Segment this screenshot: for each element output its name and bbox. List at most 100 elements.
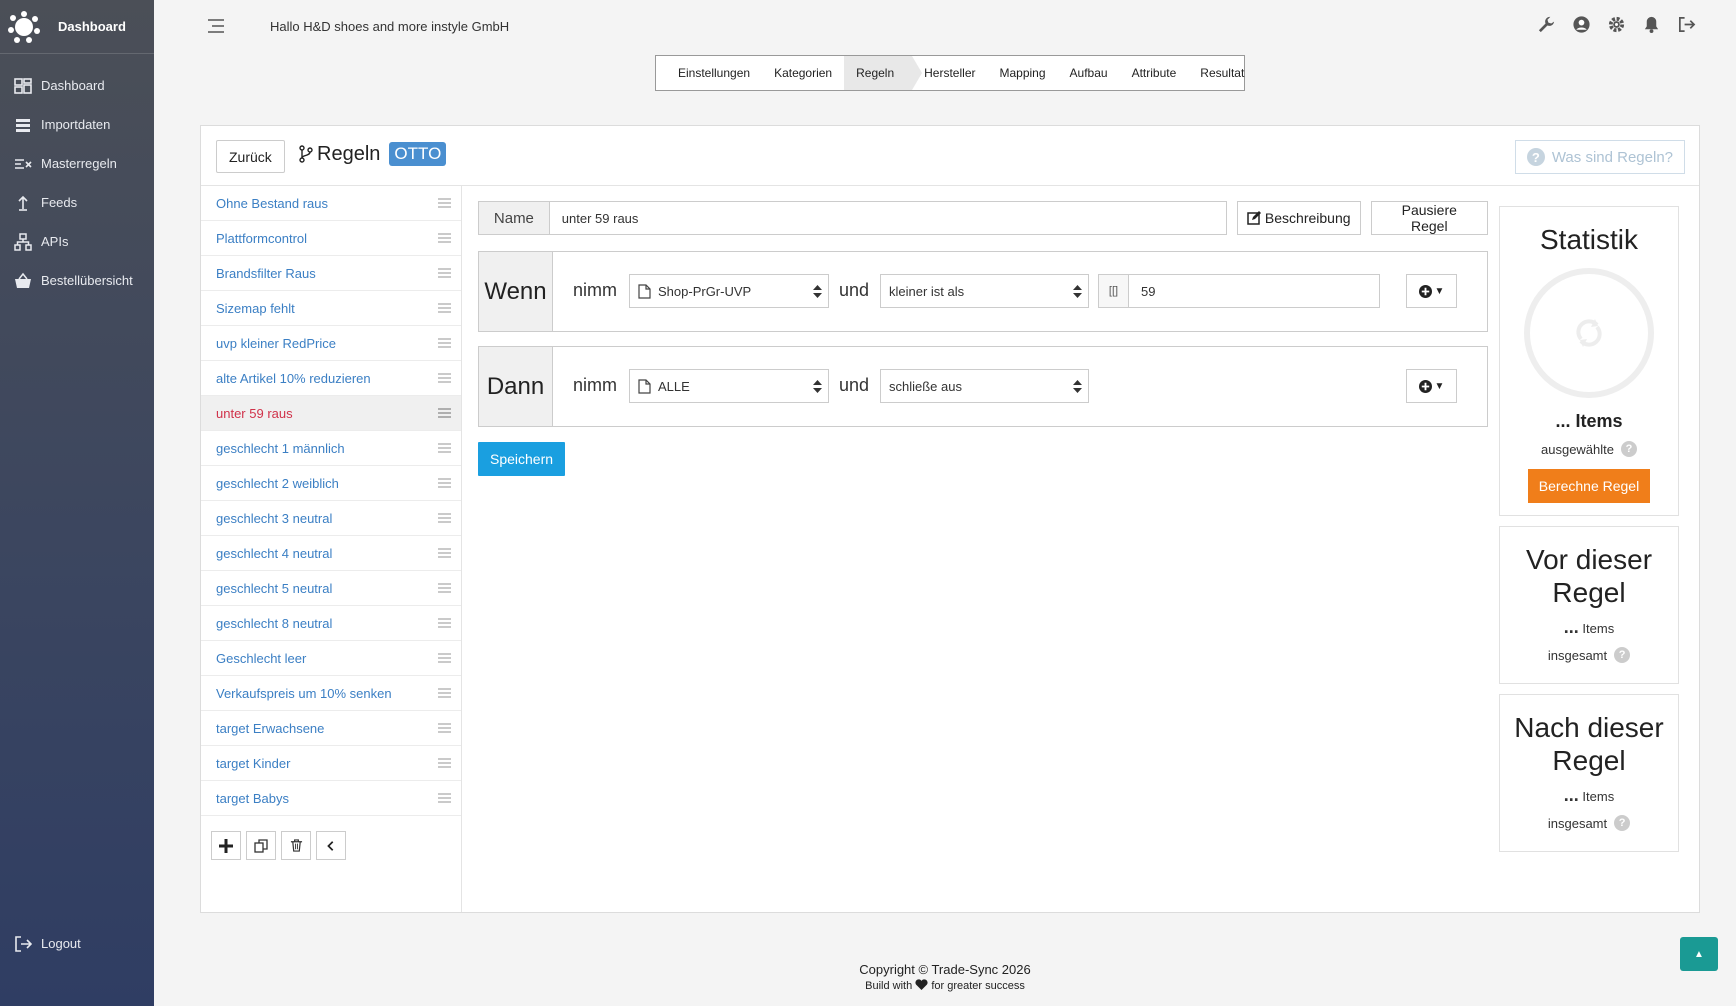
sidebar-item-bestelluebersicht[interactable]: Bestellübersicht — [0, 261, 154, 300]
brackets-icon[interactable]: [[] — [1099, 275, 1129, 307]
list-item[interactable]: geschlecht 8 neutral — [201, 606, 461, 641]
rules-icon — [15, 158, 32, 169]
list-item[interactable]: Geschlecht leer — [201, 641, 461, 676]
drag-handle-icon[interactable] — [438, 443, 451, 453]
rule-label: target Babys — [216, 790, 289, 806]
list-item[interactable]: Plattformcontrol — [201, 221, 461, 256]
list-item[interactable]: geschlecht 1 männlich — [201, 431, 461, 466]
sidebar-item-logout[interactable]: Logout — [0, 924, 81, 963]
list-item[interactable]: target Erwachsene — [201, 711, 461, 746]
step-resultat[interactable]: Resultat — [1188, 56, 1256, 90]
list-item[interactable]: target Kinder — [201, 746, 461, 781]
list-item[interactable]: alte Artikel 10% reduzieren — [201, 361, 461, 396]
then-action-value: schließe aus — [889, 378, 962, 394]
list-item[interactable]: uvp kleiner RedPrice — [201, 326, 461, 361]
drag-handle-icon[interactable] — [438, 653, 451, 663]
list-item[interactable]: geschlecht 4 neutral — [201, 536, 461, 571]
list-item[interactable]: geschlecht 5 neutral — [201, 571, 461, 606]
sidebar-item-dashboard[interactable]: Dashboard — [0, 66, 154, 105]
drag-handle-icon[interactable] — [438, 513, 451, 523]
wizard-steps: Einstellungen Kategorien Regeln Herstell… — [655, 55, 1245, 91]
list-item[interactable]: geschlecht 2 weiblich — [201, 466, 461, 501]
drag-handle-icon[interactable] — [438, 198, 451, 208]
step-einstellungen[interactable]: Einstellungen — [666, 56, 762, 90]
add-condition-button[interactable]: ▼ — [1406, 274, 1457, 308]
brand[interactable]: Dashboard — [0, 0, 154, 54]
caret-up-icon: ▲ — [1694, 948, 1704, 960]
card-header: Zurück Regeln OTTO ? Was sind Regeln? — [201, 126, 1699, 186]
drag-handle-icon[interactable] — [438, 303, 451, 313]
add-action-button[interactable]: ▼ — [1406, 369, 1457, 403]
drag-handle-icon[interactable] — [438, 408, 451, 418]
step-mapping[interactable]: Mapping — [988, 56, 1058, 90]
drag-handle-icon[interactable] — [438, 583, 451, 593]
then-field-select[interactable]: ALLE — [629, 369, 829, 403]
drag-handle-icon[interactable] — [438, 688, 451, 698]
sidebar-item-label: Dashboard — [41, 78, 105, 93]
copy-rule-button[interactable] — [246, 831, 276, 860]
sidebar-item-importdaten[interactable]: Importdaten — [0, 105, 154, 144]
rule-name-input[interactable] — [548, 201, 1227, 235]
drag-handle-icon[interactable] — [438, 618, 451, 628]
back-button[interactable]: Zurück — [216, 140, 285, 173]
pause-rule-button[interactable]: Pausiere Regel — [1370, 201, 1488, 235]
scroll-to-top-button[interactable]: ▲ — [1680, 937, 1718, 971]
rules-card: Zurück Regeln OTTO ? Was sind Regeln? Oh… — [200, 125, 1700, 913]
list-item[interactable]: target Babys — [201, 781, 461, 816]
rule-label: Brandsfilter Raus — [216, 265, 316, 281]
sidebar-item-masterregeln[interactable]: Masterregeln — [0, 144, 154, 183]
drag-handle-icon[interactable] — [438, 723, 451, 733]
add-rule-button[interactable] — [211, 831, 241, 860]
description-button[interactable]: Beschreibung — [1236, 201, 1361, 235]
if-value-group: [[] — [1098, 274, 1380, 308]
if-value-input[interactable] — [1129, 275, 1379, 307]
gear-icon[interactable] — [1607, 15, 1626, 34]
selected-label: ausgewählte — [1541, 441, 1614, 457]
question-icon[interactable]: ? — [1614, 815, 1631, 831]
if-operator-select[interactable]: kleiner ist als — [880, 274, 1089, 308]
list-item[interactable]: geschlecht 3 neutral — [201, 501, 461, 536]
menu-toggle-icon[interactable] — [206, 18, 226, 34]
rule-label: Ohne Bestand raus — [216, 195, 329, 211]
question-icon[interactable]: ? — [1614, 647, 1631, 663]
drag-handle-icon[interactable] — [438, 478, 451, 488]
bell-icon[interactable] — [1642, 15, 1661, 34]
list-item[interactable]: Brandsfilter Raus — [201, 256, 461, 291]
collapse-list-button[interactable] — [316, 831, 346, 860]
drag-handle-icon[interactable] — [438, 793, 451, 803]
before-rule-title: Vor dieser Regel — [1525, 544, 1653, 608]
select-arrows-icon — [813, 285, 822, 298]
upload-icon — [18, 195, 28, 211]
sidebar-item-feeds[interactable]: Feeds — [0, 183, 154, 222]
signout-icon[interactable] — [1677, 15, 1696, 34]
drag-handle-icon[interactable] — [438, 338, 451, 348]
delete-rule-button[interactable] — [281, 831, 311, 860]
drag-handle-icon[interactable] — [438, 233, 451, 243]
heart-icon — [915, 979, 928, 990]
list-item[interactable]: Ohne Bestand raus — [201, 186, 461, 221]
step-regeln[interactable]: Regeln — [844, 56, 923, 90]
calculate-rule-button[interactable]: Berechne Regel — [1527, 469, 1651, 503]
drag-handle-icon[interactable] — [438, 373, 451, 383]
question-icon[interactable]: ? — [1621, 441, 1637, 457]
list-item-active[interactable]: unter 59 raus — [201, 396, 461, 431]
sidebar-nav: Dashboard Importdaten Masterregeln Feeds… — [0, 66, 154, 300]
save-button[interactable]: Speichern — [478, 442, 566, 476]
drag-handle-icon[interactable] — [438, 548, 451, 558]
drag-handle-icon[interactable] — [438, 268, 451, 278]
sidebar-item-apis[interactable]: APIs — [0, 222, 154, 261]
drag-handle-icon[interactable] — [438, 758, 451, 768]
list-item[interactable]: Sizemap fehlt — [201, 291, 461, 326]
step-hersteller[interactable]: Hersteller — [912, 56, 987, 90]
user-icon[interactable] — [1572, 15, 1591, 34]
list-item[interactable]: Verkaufspreis um 10% senken — [201, 676, 461, 711]
step-attribute[interactable]: Attribute — [1120, 56, 1189, 90]
wrench-icon[interactable] — [1537, 15, 1556, 34]
then-action-select[interactable]: schließe aus — [880, 369, 1089, 403]
step-kategorien[interactable]: Kategorien — [762, 56, 844, 90]
if-field-select[interactable]: Shop-PrGr-UVP — [629, 274, 829, 308]
rule-label: geschlecht 8 neutral — [216, 615, 333, 631]
help-button[interactable]: ? Was sind Regeln? — [1514, 140, 1685, 174]
before-dots: ... — [1563, 617, 1579, 637]
step-aufbau[interactable]: Aufbau — [1058, 56, 1120, 90]
